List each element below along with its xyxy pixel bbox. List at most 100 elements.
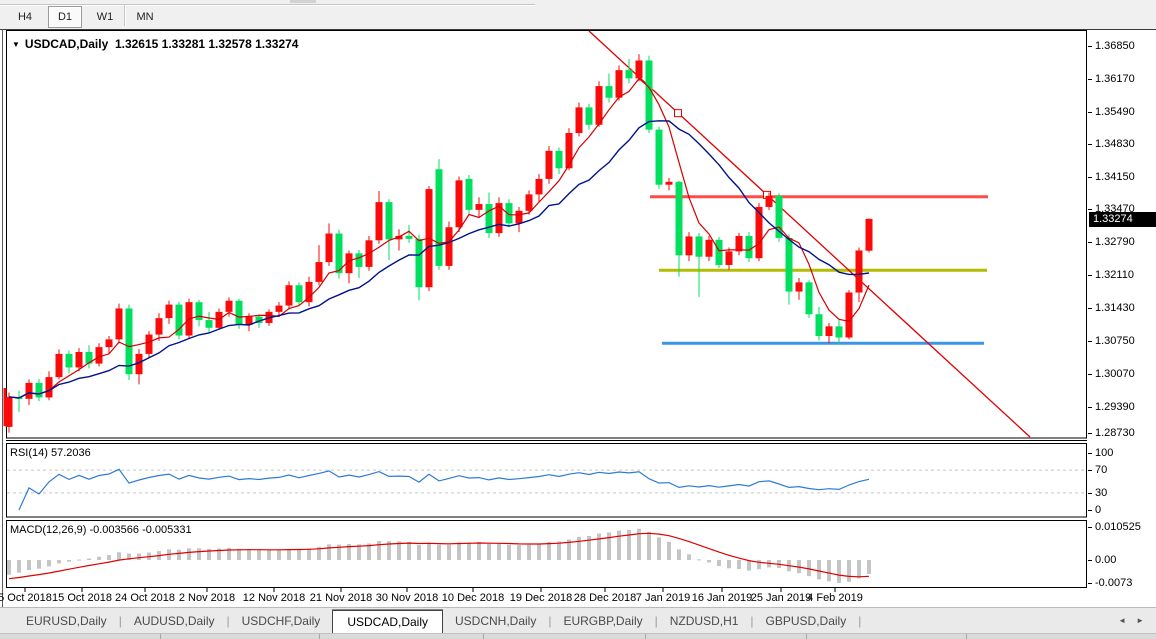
macd-histogram-bar (137, 554, 141, 560)
macd-histogram-bar (297, 549, 301, 560)
macd-histogram-bar (827, 560, 831, 581)
time-axis-label: 30 Nov 2018 (376, 592, 438, 604)
macd-histogram-bar (727, 560, 731, 568)
time-axis-label: 10 Dec 2018 (442, 592, 504, 604)
macd-histogram-bar (117, 552, 121, 560)
symbol-tab-usdcad[interactable]: USDCAD,Daily (332, 610, 443, 635)
time-axis-label: 15 Oct 2018 (52, 592, 112, 604)
candle (456, 180, 463, 227)
rsi-pane-border (7, 444, 1087, 518)
candle (536, 179, 543, 194)
price-axis-label: 1.28730 (1095, 427, 1135, 439)
symbol-tab-nzdusd[interactable]: NZDUSD,H1 (658, 611, 751, 631)
chevron-down-icon: ▼ (12, 40, 20, 49)
chart-symbol-label: USDCAD,Daily (25, 37, 108, 51)
macd-histogram-bar (527, 545, 531, 560)
tab-scroll-left-icon[interactable]: ◄ (1118, 616, 1126, 625)
candle (866, 219, 873, 251)
macd-histogram-bar (187, 548, 191, 560)
timeframe-button-d1[interactable]: D1 (48, 6, 82, 28)
candle (206, 320, 213, 328)
macd-histogram-bar (857, 560, 861, 578)
macd-axis-label: 0.00 (1095, 554, 1116, 566)
macd-histogram-bar (327, 544, 331, 560)
candle (546, 151, 553, 179)
symbol-tab-gbpusd[interactable]: GBPUSD,Daily (754, 611, 859, 631)
candle (326, 234, 333, 263)
price-axis-tick (1088, 583, 1092, 584)
candle (596, 86, 603, 125)
symbol-tab-eurusd[interactable]: EURUSD,Daily (14, 611, 119, 631)
macd-histogram-bar (17, 560, 21, 573)
candle (226, 301, 233, 312)
time-axis-label: 28 Dec 2018 (574, 592, 636, 604)
time-axis-label: 19 Dec 2018 (510, 592, 572, 604)
timeframe-button-w1[interactable]: W1 (88, 6, 122, 28)
macd-histogram-bar (537, 544, 541, 560)
macd-histogram-bar (267, 550, 271, 560)
macd-histogram-bar (37, 560, 41, 569)
macd-histogram-bar (487, 544, 491, 560)
macd-histogram-bar (737, 560, 741, 569)
price-axis-label: 1.31430 (1095, 302, 1135, 314)
price-axis-tick (1088, 470, 1092, 471)
timeframe-button-h4[interactable]: H4 (8, 6, 42, 28)
candle (726, 251, 733, 265)
macd-histogram-bar (197, 548, 201, 560)
price-axis-tick (1088, 433, 1092, 434)
tab-scroll-right-icon[interactable]: ► (1136, 616, 1144, 625)
symbol-tab-audusd[interactable]: AUDUSD,Daily (122, 611, 227, 631)
trendline-anchor-handle[interactable] (675, 110, 682, 117)
macd-histogram-bar (717, 560, 721, 566)
price-axis-label: 1.32110 (1095, 269, 1134, 281)
chart-canvas[interactable] (0, 29, 1156, 607)
candle (706, 240, 713, 257)
macd-histogram-bar (747, 560, 751, 571)
candle (746, 236, 753, 258)
candle (586, 107, 593, 124)
symbol-tab-eurgbp[interactable]: EURGBP,Daily (551, 611, 654, 631)
candle (416, 239, 423, 287)
candle (166, 305, 173, 319)
timeframe-button-group: H4 D1 W1 MN (8, 6, 162, 28)
macd-axis-label: -0.0073 (1095, 577, 1132, 589)
candle (276, 306, 283, 312)
main-pane-border (7, 31, 1087, 439)
price-axis-tick (1088, 308, 1092, 309)
candle (526, 194, 533, 210)
candle (806, 282, 813, 314)
macd-histogram-bar (7, 560, 11, 575)
candle (476, 204, 483, 210)
candle (316, 262, 323, 282)
macd-histogram-bar (457, 542, 461, 560)
current-price-badge: 1.33274 (1089, 212, 1156, 227)
symbol-tab-usdcnh[interactable]: USDCNH,Daily (443, 611, 548, 631)
candle (626, 70, 633, 78)
macd-histogram-bar (97, 557, 101, 560)
symbol-tab-usdchf[interactable]: USDCHF,Daily (230, 611, 333, 631)
candle (686, 236, 693, 255)
time-axis-label: 12 Nov 2018 (243, 592, 305, 604)
macd-histogram-bar (437, 545, 441, 560)
candle (636, 60, 643, 78)
taskbar-strip[interactable] (0, 633, 1156, 639)
price-axis-tick (1088, 79, 1092, 80)
price-axis-label: 1.32790 (1095, 236, 1135, 248)
price-axis-label: 1.29390 (1095, 401, 1135, 413)
macd-histogram-bar (177, 550, 181, 560)
candle (616, 70, 623, 98)
candle (736, 236, 743, 251)
macd-histogram-bar (667, 542, 671, 560)
candle (96, 347, 103, 363)
candle (156, 318, 163, 334)
timeframe-button-mn[interactable]: MN (128, 6, 162, 28)
macd-indicator-label: MACD(12,26,9) -0.003566 -0.005331 (10, 524, 192, 536)
candle (406, 236, 413, 239)
macd-histogram-bar (237, 549, 241, 560)
price-axis-tick (1088, 407, 1092, 408)
macd-histogram-bar (427, 543, 431, 560)
candle (766, 196, 773, 207)
time-axis-label: 2 Nov 2018 (179, 592, 235, 604)
price-axis-tick (1088, 112, 1092, 113)
macd-axis-label: 0.010525 (1095, 521, 1141, 533)
